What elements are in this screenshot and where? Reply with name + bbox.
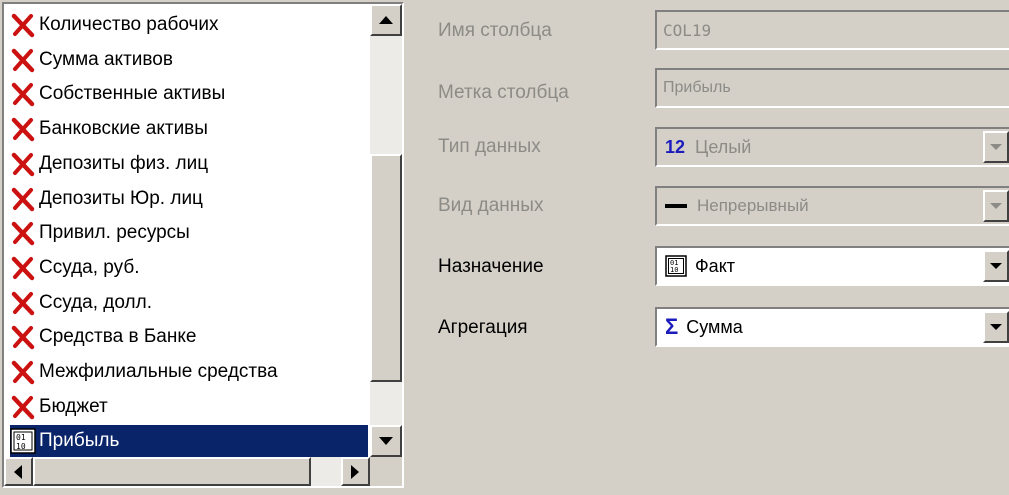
column-caption-label: Метка столбца <box>438 82 569 103</box>
data-kind-value: Непрерывный <box>697 196 809 215</box>
field-binary-icon: 01 10 <box>665 255 687 277</box>
list-item-label: Банковские активы <box>39 118 208 140</box>
columns-list[interactable]: Количество рабочих Сумма активов Собственн… <box>2 2 404 488</box>
list-item-label: Средства в Банке <box>39 326 197 348</box>
purpose-label: Назначение <box>438 256 544 277</box>
list-item[interactable]: Депозиты Юр. лиц <box>10 183 370 215</box>
arrow-down-icon <box>379 436 393 445</box>
list-item-label: Депозиты Юр. лиц <box>39 187 203 209</box>
list-item[interactable]: Привил. ресурсы <box>10 217 370 249</box>
purpose-dropdown-button[interactable] <box>983 250 1009 282</box>
red-x-icon <box>11 48 35 72</box>
aggregation-dropdown-button[interactable] <box>983 311 1009 343</box>
list-item-label: Ссуда, долл. <box>39 291 152 313</box>
red-x-icon <box>11 395 35 419</box>
data-kind-dropdown-button <box>983 190 1009 222</box>
chevron-down-icon <box>990 143 1002 150</box>
data-type-value: Целый <box>695 136 752 157</box>
column-name-field: COL19 <box>655 10 1009 50</box>
scroll-left-button[interactable] <box>4 457 33 486</box>
horizontal-scroll-thumb[interactable] <box>33 457 311 486</box>
list-item[interactable]: Депозиты физ. лиц <box>10 148 370 180</box>
scroll-up-button[interactable] <box>370 4 402 36</box>
arrow-right-icon <box>351 464 359 479</box>
data-type-select: 12 Целый <box>655 127 1009 167</box>
integer-type-icon: 12 <box>665 136 686 157</box>
sigma-icon: Σ <box>665 314 679 339</box>
data-type-label: Тип данных <box>438 136 541 157</box>
data-kind-label: Вид данных <box>438 195 544 216</box>
list-item-label: Межфилиальные средства <box>39 361 278 382</box>
red-x-icon <box>11 291 35 315</box>
list-item-label: Количество рабочих <box>39 14 219 35</box>
red-x-icon <box>11 13 35 38</box>
list-item-label: Собственные активы <box>39 83 226 105</box>
svg-text:10: 10 <box>16 442 26 451</box>
red-x-icon <box>11 83 35 107</box>
red-x-icon <box>11 221 35 246</box>
list-item[interactable]: Ссуда, руб. <box>10 252 370 284</box>
list-item[interactable]: Средства в Банке <box>10 321 370 353</box>
arrow-left-icon <box>14 464 22 479</box>
chevron-down-icon <box>990 323 1002 330</box>
field-binary-icon: 01 10 <box>10 428 36 454</box>
red-x-icon <box>11 256 35 281</box>
scrollbar-corner <box>370 457 402 486</box>
list-item[interactable]: Сумма активов <box>10 44 370 76</box>
arrow-up-icon <box>379 15 393 24</box>
horizontal-scrollbar[interactable] <box>4 457 370 486</box>
list-item-label: Депозиты физ. лиц <box>39 152 209 174</box>
red-x-icon <box>11 326 35 350</box>
red-x-icon <box>11 360 35 385</box>
red-x-icon <box>11 187 35 211</box>
red-x-icon <box>11 117 35 142</box>
column-name-value: COL19 <box>663 20 712 40</box>
column-caption-field: Прибыль <box>655 68 1009 108</box>
list-item-label: Ссуда, руб. <box>39 256 140 278</box>
svg-text:10: 10 <box>670 266 678 274</box>
list-item-label: Сумма активов <box>39 48 173 70</box>
vertical-scroll-thumb[interactable] <box>370 154 402 382</box>
list-item[interactable]: Бюджет <box>10 391 370 423</box>
list-item-label: Привил. ресурсы <box>39 222 190 244</box>
vertical-scrollbar[interactable] <box>370 4 402 457</box>
purpose-select[interactable]: 01 10 Факт <box>655 246 1009 286</box>
list-item[interactable]: Банковские активы <box>10 113 370 145</box>
chevron-down-icon <box>990 202 1002 209</box>
column-name-label: Имя столбца <box>438 20 552 41</box>
red-x-icon <box>11 152 35 177</box>
purpose-value: Факт <box>695 255 736 276</box>
scroll-down-button[interactable] <box>370 425 402 457</box>
list-item[interactable]: Межфилиальные средства <box>10 356 370 388</box>
list-item-selected[interactable]: 01 10 Прибыль <box>10 425 368 457</box>
list-item-label: Прибыль <box>39 430 120 451</box>
chevron-down-icon <box>990 262 1002 269</box>
svg-text:01: 01 <box>16 433 26 442</box>
aggregation-value: Сумма <box>686 316 743 337</box>
scroll-right-button[interactable] <box>341 457 370 486</box>
continuous-line-icon <box>665 203 687 209</box>
list-item-label: Бюджет <box>39 395 108 417</box>
list-item[interactable]: Ссуда, долл. <box>10 287 370 319</box>
list-item[interactable]: Собственные активы <box>10 78 370 110</box>
aggregation-label: Агрегация <box>438 317 528 338</box>
data-kind-select: Непрерывный <box>655 186 1009 226</box>
list-item[interactable]: Количество рабочих <box>10 9 370 41</box>
columns-list-viewport[interactable]: Количество рабочих Сумма активов Собственн… <box>4 4 370 457</box>
column-caption-value: Прибыль <box>663 79 731 96</box>
aggregation-select[interactable]: Σ Сумма <box>655 307 1009 347</box>
data-type-dropdown-button <box>983 131 1009 163</box>
